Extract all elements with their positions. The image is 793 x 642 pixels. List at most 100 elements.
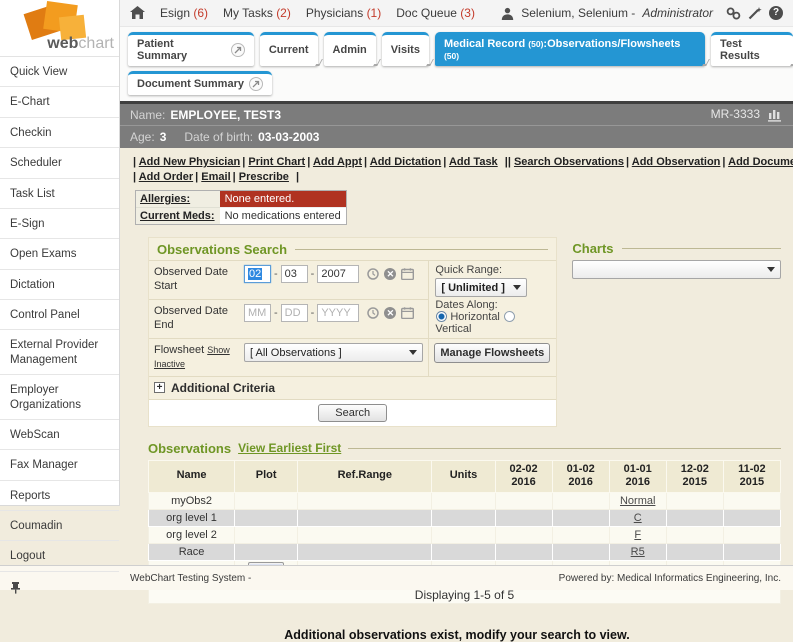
obs-value-link[interactable]: F xyxy=(634,529,641,541)
chart-history-icon[interactable] xyxy=(767,107,783,122)
link-add-dictation[interactable]: Add Dictation xyxy=(370,156,442,168)
obs-value-link[interactable]: Normal xyxy=(620,495,655,507)
search-button[interactable]: Search xyxy=(318,404,387,422)
webchart-app: webchart Quick View E-Chart Checkin Sche… xyxy=(0,0,793,642)
radio-horizontal[interactable] xyxy=(436,311,447,322)
sidebar-item-dictation[interactable]: Dictation xyxy=(0,270,119,300)
end-year-input[interactable] xyxy=(317,304,359,322)
sidebar-item-reports[interactable]: Reports xyxy=(0,481,119,511)
charts-select[interactable] xyxy=(572,260,781,279)
wand-icon[interactable] xyxy=(748,6,762,20)
clear-date-icon[interactable]: ✕ xyxy=(384,268,396,280)
link-add-observation[interactable]: Add Observation xyxy=(632,156,721,168)
tab-document-summary[interactable]: Document Summary xyxy=(128,71,272,95)
col-name: Name xyxy=(149,460,235,493)
end-day-input[interactable] xyxy=(281,304,308,322)
dates-along-label: Dates Along: xyxy=(435,299,550,311)
time-icon[interactable] xyxy=(367,268,379,280)
col-date-5: 11-02 2015 xyxy=(723,460,780,493)
additional-criteria-toggle[interactable]: Additional Criteria xyxy=(154,381,551,395)
link-add-task[interactable]: Add Task xyxy=(449,156,498,168)
manage-flowsheets-button[interactable]: Manage Flowsheets xyxy=(434,343,550,363)
webchart-logo[interactable]: webchart xyxy=(0,0,119,57)
sidebar-item-scheduler[interactable]: Scheduler xyxy=(0,148,119,178)
tab-test-results[interactable]: Test Results xyxy=(711,32,793,66)
observations-search-panel: Observations Search Observed Date Start … xyxy=(148,237,557,427)
pin-icon[interactable] xyxy=(10,579,21,596)
obs-value-link[interactable]: C xyxy=(634,512,642,524)
sidebar-item-open-exams[interactable]: Open Exams xyxy=(0,239,119,269)
link-add-appt[interactable]: Add Appt xyxy=(313,156,362,168)
radio-vertical[interactable] xyxy=(504,311,515,322)
tab-visits[interactable]: Visits xyxy=(382,32,429,66)
link-email[interactable]: Email xyxy=(201,171,230,183)
allergies-link[interactable]: Allergies: xyxy=(140,193,190,205)
popout-icon[interactable] xyxy=(231,43,245,57)
quick-range-select[interactable]: [ Unlimited ] xyxy=(435,278,527,297)
tab-medical-record-observations[interactable]: Medical Record (50):Observations/Flowshe… xyxy=(435,32,705,66)
start-month-input[interactable]: 02 xyxy=(244,265,271,283)
table-header-row: Name Plot Ref.Range Units 02-02 2016 01-… xyxy=(149,460,781,493)
sidebar-item-logout[interactable]: Logout xyxy=(0,541,119,571)
help-icon[interactable]: ? xyxy=(769,6,783,20)
chevron-down-icon xyxy=(513,285,521,290)
sidebar-item-e-sign[interactable]: E-Sign xyxy=(0,209,119,239)
obs-value-link[interactable]: R5 xyxy=(631,546,645,558)
start-year-input[interactable] xyxy=(317,265,359,283)
observations-search-title: Observations Search xyxy=(149,242,556,257)
view-earliest-first-link[interactable]: View Earliest First xyxy=(238,441,341,455)
calendar-icon[interactable] xyxy=(401,307,414,319)
user-name: Selenium, Selenium - xyxy=(521,6,635,20)
expand-icon[interactable] xyxy=(154,382,165,393)
sidebar-item-fax-manager[interactable]: Fax Manager xyxy=(0,450,119,480)
sidebar-item-employer-organizations[interactable]: Employer Organizations xyxy=(0,375,119,420)
sidebar-item-quick-view[interactable]: Quick View xyxy=(0,57,119,87)
flowsheet-select[interactable]: [ All Observations ] xyxy=(244,343,423,362)
link-add-document[interactable]: Add Document xyxy=(728,156,793,168)
patient-dob-label: Date of birth: xyxy=(184,130,253,144)
sidebar-item-task-list[interactable]: Task List xyxy=(0,179,119,209)
sidebar-item-e-chart[interactable]: E-Chart xyxy=(0,87,119,117)
sidebar-item-external-provider-management[interactable]: External Provider Management xyxy=(0,330,119,375)
end-month-input[interactable] xyxy=(244,304,271,322)
link-print-chart[interactable]: Print Chart xyxy=(248,156,305,168)
tab-admin[interactable]: Admin xyxy=(324,32,376,66)
home-icon[interactable] xyxy=(130,6,145,21)
table-row: myObs2 Normal xyxy=(149,493,781,510)
tab-patient-summary[interactable]: Patient Summary xyxy=(128,32,254,66)
link-add-new-physician[interactable]: Add New Physician xyxy=(139,156,240,168)
calendar-icon[interactable] xyxy=(401,268,414,280)
alert-box: Allergies: None entered. Current Meds: N… xyxy=(135,190,347,225)
charts-title: Charts xyxy=(572,241,781,256)
flowsheet-label: Flowsheet Show Inactive xyxy=(149,338,239,376)
link-prescribe[interactable]: Prescribe xyxy=(239,171,289,183)
main-area: Esign (6) My Tasks (2) Physicians (1) Do… xyxy=(120,0,793,642)
observed-date-end-label: Observed Date End xyxy=(149,299,239,338)
search-button-row: Search xyxy=(149,399,556,426)
table-row: Race R5 xyxy=(149,544,781,561)
topnav-esign[interactable]: Esign (6) xyxy=(160,6,208,20)
sidebar-item-control-panel[interactable]: Control Panel xyxy=(0,300,119,330)
panels-row: Observations Search Observed Date Start … xyxy=(148,237,781,427)
topbar-nav: Esign (6) My Tasks (2) Physicians (1) Do… xyxy=(160,6,475,20)
topnav-doc-queue[interactable]: Doc Queue (3) xyxy=(396,6,475,20)
flowsheet-select-cell: [ All Observations ] xyxy=(239,338,428,376)
current-meds-link[interactable]: Current Meds: xyxy=(140,210,215,222)
link-add-order[interactable]: Add Order xyxy=(139,171,193,183)
tab-current[interactable]: Current xyxy=(260,32,318,66)
topnav-physicians[interactable]: Physicians (1) xyxy=(306,6,381,20)
col-date-4: 12-02 2015 xyxy=(666,460,723,493)
tab-row-2: Document Summary xyxy=(128,71,793,95)
sidebar-item-checkin[interactable]: Checkin xyxy=(0,118,119,148)
time-icon[interactable] xyxy=(367,307,379,319)
clear-date-icon[interactable]: ✕ xyxy=(384,307,396,319)
patient-mr-number: MR-3333 xyxy=(711,107,760,121)
topnav-my-tasks[interactable]: My Tasks (2) xyxy=(223,6,291,20)
sidebar-item-webscan[interactable]: WebScan xyxy=(0,420,119,450)
quick-links-icon[interactable] xyxy=(726,6,741,20)
start-day-input[interactable] xyxy=(281,265,308,283)
sidebar-item-coumadin[interactable]: Coumadin xyxy=(0,511,119,541)
popout-icon[interactable] xyxy=(249,77,263,91)
obs-name: myObs2 xyxy=(149,493,235,510)
link-search-observations[interactable]: Search Observations xyxy=(514,156,624,168)
